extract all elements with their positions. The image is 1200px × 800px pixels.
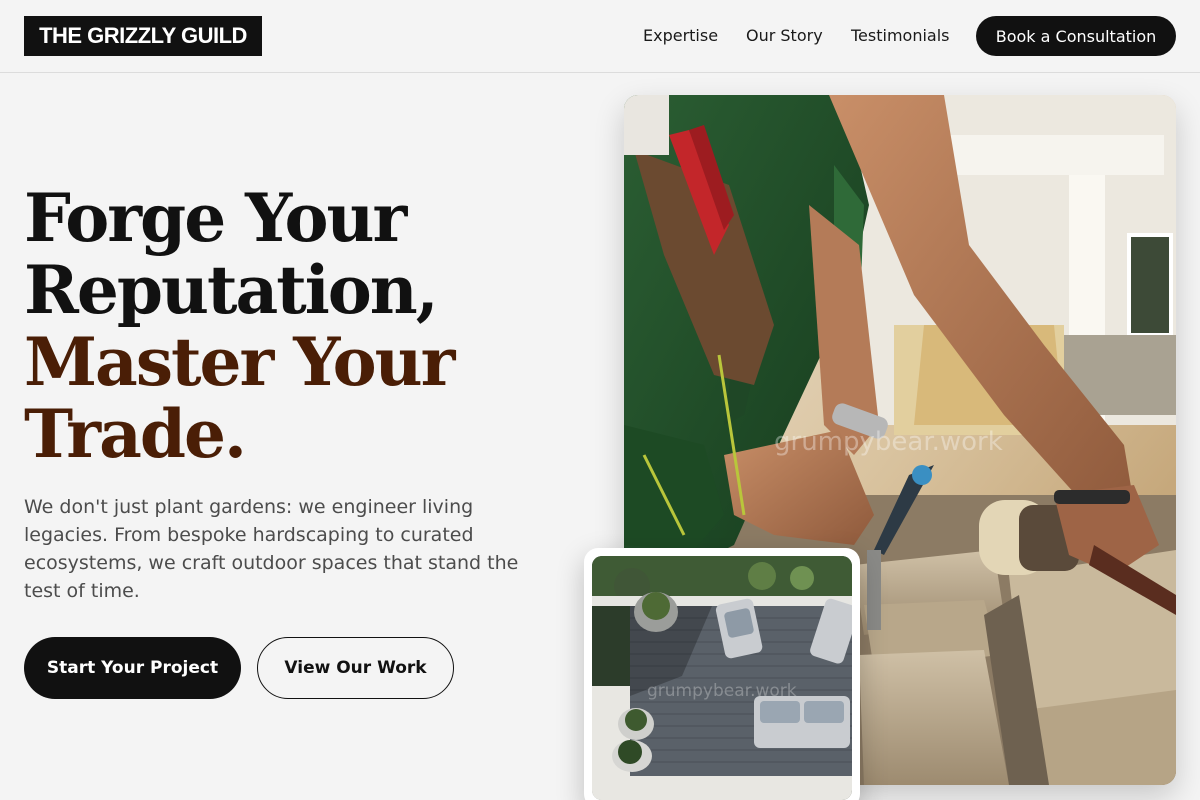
nav-link-expertise[interactable]: Expertise bbox=[643, 26, 718, 45]
headline-line: Forge Your bbox=[24, 179, 407, 257]
headline-line: Reputation, bbox=[24, 251, 439, 329]
hero-lead-paragraph: We don't just plant gardens: we engineer… bbox=[24, 496, 519, 602]
book-consultation-button[interactable]: Book a Consultation bbox=[976, 16, 1176, 56]
headline-accent-line: Trade. bbox=[24, 395, 247, 473]
deck-patio-image: grumpybear.work bbox=[592, 556, 852, 800]
hero-headline: Forge Your Reputation, Master Your Trade… bbox=[24, 182, 584, 470]
aerial-deck-illustration: grumpybear.work bbox=[592, 556, 852, 800]
headline-accent-line: Master Your bbox=[24, 323, 455, 401]
site-header: THE GRIZZLY GUILD Expertise Our Story Te… bbox=[0, 0, 1200, 73]
view-work-button[interactable]: View Our Work bbox=[257, 637, 454, 699]
nav-link-testimonials[interactable]: Testimonials bbox=[851, 26, 950, 45]
start-project-button[interactable]: Start Your Project bbox=[24, 637, 241, 699]
thumb-image-watermark: grumpybear.work bbox=[647, 681, 797, 701]
project-thumbnail-card[interactable]: grumpybear.work bbox=[584, 548, 860, 800]
main-image-watermark: grumpybear.work bbox=[774, 427, 1003, 457]
site-logo[interactable]: THE GRIZZLY GUILD bbox=[24, 16, 262, 56]
nav-link-our-story[interactable]: Our Story bbox=[746, 26, 823, 45]
